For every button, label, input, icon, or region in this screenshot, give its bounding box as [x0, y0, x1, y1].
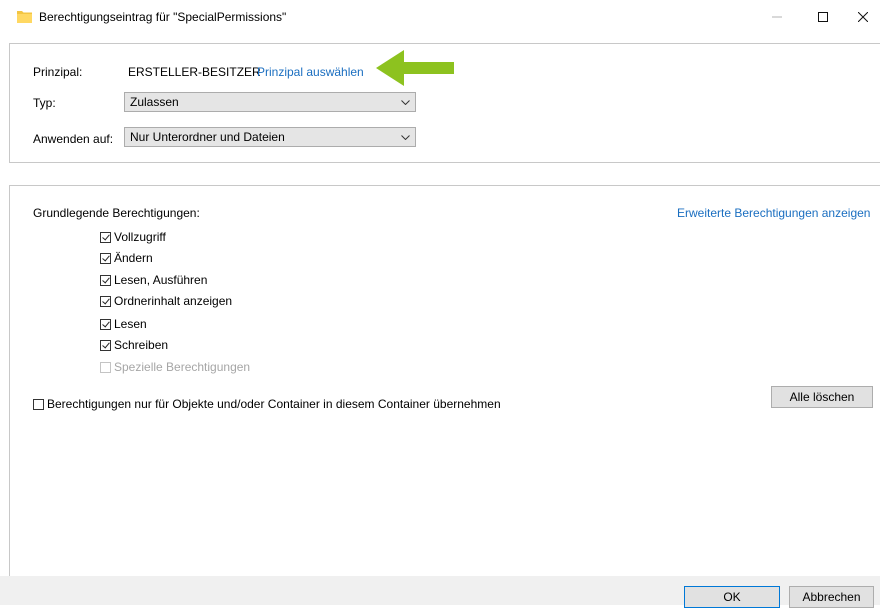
close-icon — [858, 12, 868, 22]
checkbox[interactable] — [100, 274, 111, 286]
minimize-button[interactable] — [754, 0, 800, 34]
permission-label: Spezielle Berechtigungen — [114, 360, 251, 374]
apply-to-label: Anwenden auf: — [33, 132, 114, 146]
type-label: Typ: — [33, 96, 56, 110]
principal-value: ERSTELLER-BESITZER — [128, 65, 261, 79]
apply-to-select[interactable]: Nur Unterordner und Dateien — [124, 127, 416, 147]
chevron-down-icon — [395, 99, 415, 105]
permission-label: Ordnerinhalt anzeigen — [114, 294, 233, 308]
permission-label: Lesen, Ausführen — [114, 273, 208, 287]
title-bar: Berechtigungseintrag für "SpecialPermiss… — [0, 0, 880, 34]
checkbox[interactable] — [33, 398, 44, 410]
checkbox[interactable] — [100, 339, 111, 351]
show-advanced-permissions-link[interactable]: Erweiterte Berechtigungen anzeigen — [677, 206, 870, 220]
type-select-value: Zulassen — [130, 95, 179, 109]
permission-full-control[interactable]: Vollzugriff — [100, 230, 166, 244]
permission-modify[interactable]: Ändern — [100, 251, 153, 265]
checkbox[interactable] — [100, 231, 111, 243]
permissions-heading: Grundlegende Berechtigungen: — [33, 206, 200, 220]
permission-label: Lesen — [114, 317, 147, 331]
type-select[interactable]: Zulassen — [124, 92, 416, 112]
select-principal-link[interactable]: Prinzipal auswählen — [257, 65, 364, 79]
apply-to-select-value: Nur Unterordner und Dateien — [130, 130, 285, 144]
maximize-icon — [818, 12, 828, 22]
permission-write[interactable]: Schreiben — [100, 338, 168, 352]
permission-label: Schreiben — [114, 338, 169, 352]
minimize-icon — [772, 16, 782, 18]
permission-label: Ändern — [114, 251, 153, 265]
checkbox[interactable] — [100, 295, 111, 307]
maximize-button[interactable] — [800, 0, 846, 34]
permission-special: Spezielle Berechtigungen — [100, 360, 250, 374]
inherit-only-option[interactable]: Berechtigungen nur für Objekte und/oder … — [33, 397, 501, 411]
checkbox — [100, 361, 111, 373]
window-title: Berechtigungseintrag für "SpecialPermiss… — [39, 10, 287, 24]
close-button[interactable] — [846, 0, 880, 34]
annotation-arrow-icon — [376, 50, 454, 86]
principal-label: Prinzipal: — [33, 65, 83, 79]
permission-read-execute[interactable]: Lesen, Ausführen — [100, 273, 207, 287]
permission-list-folder[interactable]: Ordnerinhalt anzeigen — [100, 294, 232, 308]
checkbox[interactable] — [100, 318, 111, 330]
chevron-down-icon — [395, 134, 415, 140]
permission-label: Vollzugriff — [114, 230, 166, 244]
checkbox[interactable] — [100, 252, 111, 264]
clear-all-button[interactable]: Alle löschen — [771, 386, 873, 408]
inherit-only-label: Berechtigungen nur für Objekte und/oder … — [47, 397, 501, 411]
permission-read[interactable]: Lesen — [100, 317, 147, 331]
folder-icon — [17, 11, 32, 23]
